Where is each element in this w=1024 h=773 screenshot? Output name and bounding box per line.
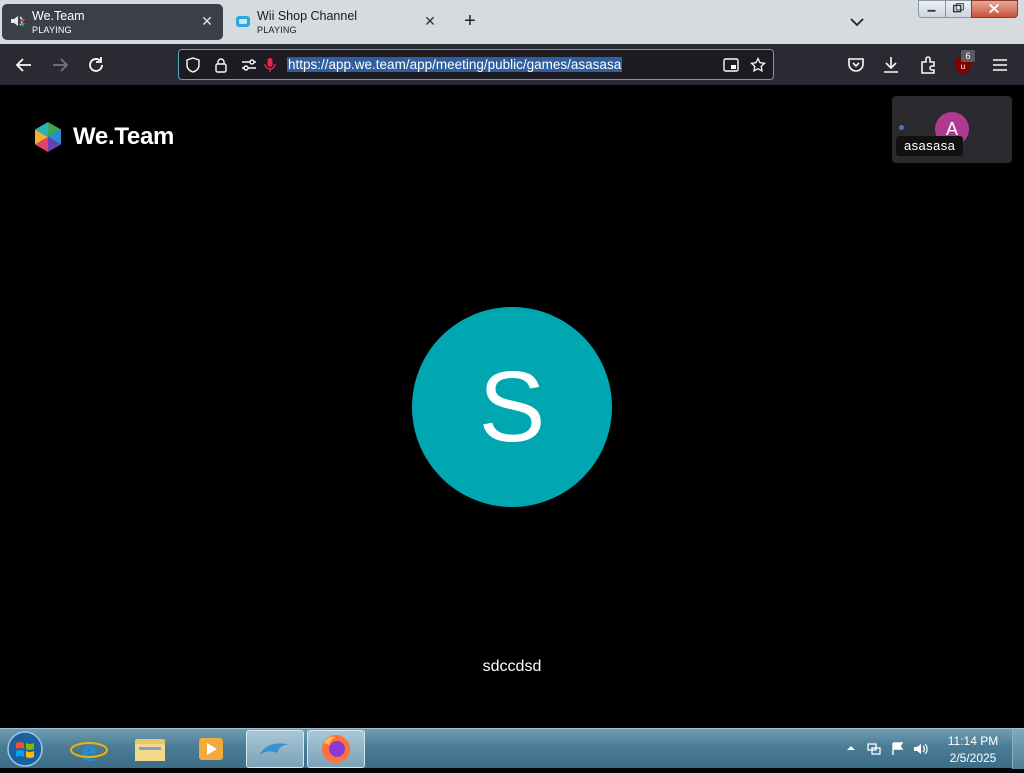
chevron-down-icon[interactable]: [846, 12, 868, 32]
logo-text: We.Team: [73, 123, 175, 150]
tab-title: We.Team: [32, 9, 85, 23]
start-button-icon[interactable]: [4, 730, 46, 768]
minimize-button[interactable]: [918, 0, 946, 18]
taskbar-firefox[interactable]: [307, 730, 365, 768]
tab-status: PLAYING: [257, 25, 297, 35]
extension-badge: 6: [961, 50, 975, 62]
menu-hamburger-icon[interactable]: [989, 54, 1011, 76]
main-participant-name: sdccdsd: [482, 658, 542, 675]
url-text[interactable]: https://app.we.team/app/meeting/public/g…: [287, 57, 623, 72]
extensions-icon[interactable]: [917, 54, 939, 76]
microphone-icon[interactable]: [262, 57, 278, 73]
dolphin-icon: [259, 743, 291, 755]
firefox-icon: [322, 735, 350, 763]
windows-taskbar: e 11:14 PM 2/5/2025: [0, 728, 1024, 769]
back-arrow-icon[interactable]: [13, 54, 35, 76]
pocket-icon[interactable]: [845, 54, 867, 76]
address-bar[interactable]: https://app.we.team/app/meeting/public/g…: [178, 49, 774, 80]
reload-icon[interactable]: [85, 54, 107, 76]
forward-arrow-icon[interactable]: [49, 54, 71, 76]
media-player-icon: [199, 738, 223, 760]
bookmark-star-icon[interactable]: [750, 57, 766, 73]
weteam-logo-icon: [35, 122, 61, 152]
clock-date[interactable]: 2/5/2025: [940, 751, 1006, 765]
folder-icon: [135, 739, 165, 761]
action-center-flag-icon[interactable]: [890, 741, 906, 757]
participant-tile[interactable]: A asasasa: [892, 96, 1012, 163]
tab-strip: We.Team PLAYING ✕ Wii Shop Channel PLAYI…: [0, 0, 1024, 44]
shield-icon[interactable]: [185, 57, 201, 73]
speaker-playing-icon[interactable]: [10, 13, 26, 29]
tab-wii-shop[interactable]: Wii Shop Channel PLAYING ✕: [227, 4, 446, 40]
main-participant-avatar: S: [412, 307, 612, 507]
svg-text:e: e: [82, 732, 96, 768]
taskbar-media-player[interactable]: [182, 730, 240, 768]
close-icon: [989, 3, 1000, 14]
tab-status: PLAYING: [32, 25, 72, 35]
wii-favicon-icon: [236, 16, 250, 27]
taskbar-internet-explorer[interactable]: e: [60, 730, 118, 768]
participant-name: asasasa: [896, 136, 964, 156]
clock-time[interactable]: 11:14 PM: [940, 734, 1006, 748]
taskbar-dolphin-emulator[interactable]: [246, 730, 304, 768]
maximize-button[interactable]: [945, 0, 972, 18]
tab-title: Wii Shop Channel: [257, 9, 358, 23]
lock-icon[interactable]: [213, 57, 229, 73]
restore-icon: [952, 3, 964, 13]
download-icon[interactable]: [880, 54, 902, 76]
internet-explorer-icon: e: [70, 732, 108, 768]
permissions-icon[interactable]: [241, 57, 257, 73]
speaking-indicator: [899, 125, 904, 130]
minimize-icon: [927, 9, 936, 12]
close-window-button[interactable]: [971, 0, 1018, 18]
close-tab-icon[interactable]: ✕: [422, 13, 438, 29]
picture-in-picture-icon[interactable]: [723, 57, 739, 73]
show-desktop-button[interactable]: [1012, 729, 1024, 769]
new-tab-button[interactable]: +: [458, 10, 482, 34]
svg-text:u: u: [961, 62, 965, 71]
tab-weteam[interactable]: We.Team PLAYING ✕: [2, 4, 223, 40]
volume-icon[interactable]: [913, 741, 929, 757]
ublock-extension-button[interactable]: u 6: [952, 50, 976, 78]
close-tab-icon[interactable]: ✕: [199, 13, 215, 29]
network-icon[interactable]: [866, 741, 882, 757]
taskbar-file-explorer[interactable]: [121, 730, 179, 768]
meeting-page: We.Team A asasasa S sdccdsd: [0, 85, 1024, 728]
show-hidden-icons-icon[interactable]: [845, 742, 857, 754]
navigation-toolbar: https://app.we.team/app/meeting/public/g…: [0, 44, 1024, 85]
